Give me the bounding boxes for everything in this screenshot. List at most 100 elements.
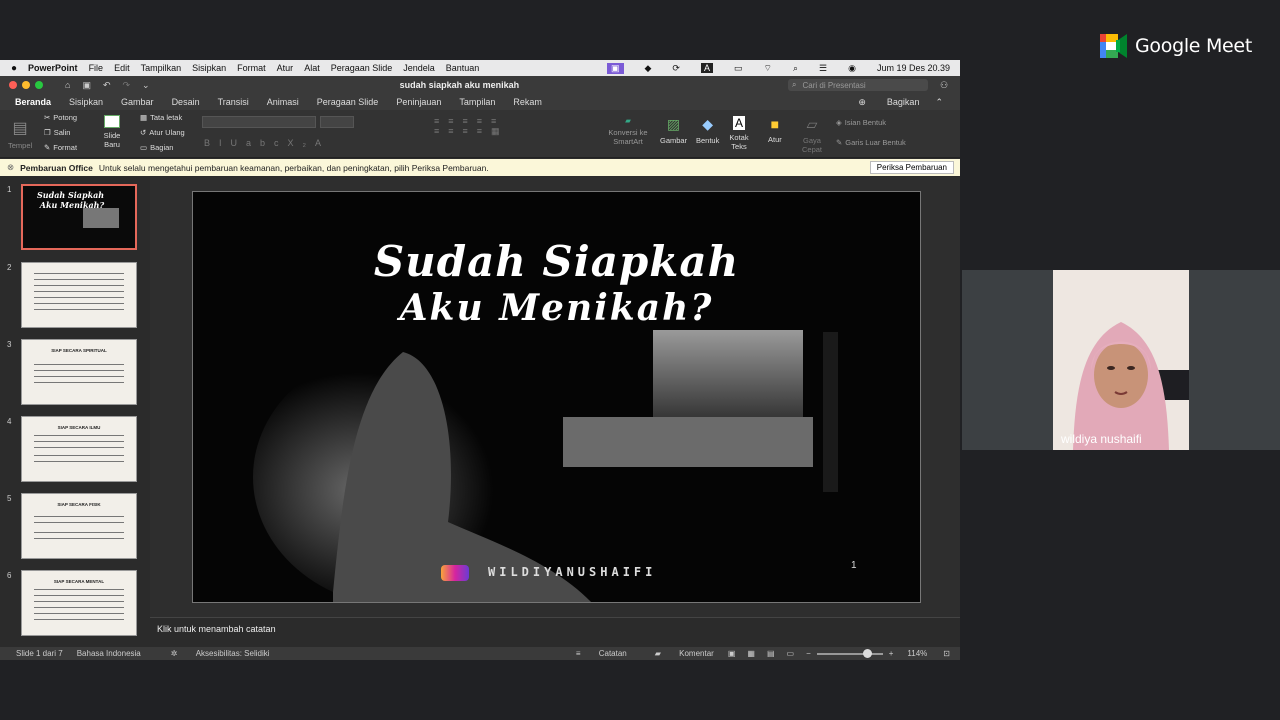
notes-icon: ≡ [575, 649, 581, 658]
font-name-select[interactable] [202, 116, 316, 128]
slideshow-view-icon[interactable]: ▭ [787, 649, 795, 658]
tab-record[interactable]: Rekam [513, 97, 542, 107]
layout-button[interactable]: ▦ Tata letak [140, 113, 182, 122]
tab-transitions[interactable]: Transisi [218, 97, 249, 107]
maximize-window-button[interactable] [35, 81, 43, 89]
tab-review[interactable]: Peninjauan [396, 97, 441, 107]
check-updates-button[interactable]: Periksa Pembaruan [869, 161, 954, 174]
tab-slideshow[interactable]: Peragaan Slide [317, 97, 379, 107]
slide-thumbnail[interactable]: SIAP SECARA MENTAL [21, 570, 137, 636]
meet-camera-icon [1100, 34, 1127, 58]
tab-draw[interactable]: Gambar [121, 97, 154, 107]
sorter-view-icon[interactable]: ▦ [747, 649, 755, 658]
new-slide-button[interactable]: Slide Baru [98, 115, 126, 149]
thumb-number: 6 [7, 571, 12, 580]
slide-instagram-handle[interactable]: WILDIYANUSHAIFI [488, 565, 656, 579]
menu-window[interactable]: Jendela [403, 63, 435, 73]
menu-edit[interactable]: Edit [114, 63, 130, 73]
language[interactable]: Bahasa Indonesia [77, 649, 141, 658]
apple-icon[interactable]: ● [11, 63, 17, 74]
normal-view-icon[interactable]: ▣ [728, 649, 736, 658]
arrange-button[interactable]: ■ Atur [768, 116, 782, 144]
menu-insert[interactable]: Sisipkan [192, 63, 226, 73]
share-button[interactable]: ⊕ Bagikan ⌃ [849, 97, 952, 108]
zoom-level[interactable]: 114% [907, 649, 927, 658]
notes-button[interactable]: ≡ Catatan [560, 649, 627, 658]
home-icon[interactable]: ⌂ [65, 80, 70, 90]
paste-button[interactable]: ▤ Tempel [8, 118, 32, 150]
font-format-group[interactable]: BIUabcX₂A [204, 138, 330, 148]
account-icon[interactable]: ⚇ [940, 80, 948, 91]
slide-thumbnail[interactable] [21, 262, 137, 328]
section-button[interactable]: ▭ Bagian [140, 143, 173, 152]
redo-icon[interactable]: ↷ [123, 80, 131, 91]
siri-icon[interactable]: ◉ [848, 63, 856, 74]
search-box[interactable]: ⌕ Cari di Presentasi [788, 79, 928, 91]
paragraph-group[interactable]: ≡≡≡≡≡ ≡≡≡≡▦ [434, 116, 509, 137]
shape-outline-button[interactable]: ✎ Garis Luar Bentuk [836, 138, 906, 147]
save-icon[interactable]: ▣ [82, 80, 91, 91]
menu-app-name[interactable]: PowerPoint [28, 63, 78, 73]
scissors-icon: ✂ [44, 113, 51, 122]
slide-thumbnail[interactable]: Sudah Siapkah Aku Menikah? [21, 184, 137, 250]
tab-animations[interactable]: Animasi [267, 97, 299, 107]
participant-name: wildiya nushaifi [1061, 432, 1142, 446]
fit-to-window-icon[interactable]: ⊡ [943, 649, 950, 658]
sync-icon[interactable]: ⟳ [672, 63, 680, 74]
screen-share-icon[interactable]: ▣ [606, 62, 624, 74]
menu-slideshow[interactable]: Peragaan Slide [331, 63, 393, 73]
participant-tile[interactable]: wildiya nushaifi [962, 270, 1280, 450]
quick-styles-button[interactable]: ▱ Gaya Cepat [800, 116, 824, 154]
cut-label: Potong [53, 113, 78, 122]
search-icon[interactable]: ⌕ [793, 63, 798, 74]
cut-button[interactable]: ✂ Potong [44, 113, 77, 122]
battery-icon[interactable]: ▭ [734, 63, 743, 74]
tab-design[interactable]: Desain [172, 97, 200, 107]
reset-button[interactable]: ↺ Atur Ulang [140, 128, 185, 137]
control-center-icon[interactable]: ☰ [819, 63, 827, 74]
menu-file[interactable]: File [89, 63, 104, 73]
zoom-in-icon[interactable]: + [889, 649, 894, 658]
format-painter-button[interactable]: ✎ Format [44, 143, 77, 152]
keyboard-input-icon[interactable]: A [700, 63, 713, 73]
speaker-notes[interactable]: Klik untuk menambah catatan [150, 617, 960, 647]
menu-clock[interactable]: Jum 19 Des 20.39 [877, 63, 950, 73]
wifi-icon[interactable]: ⌔ [764, 63, 772, 74]
textbox-button[interactable]: A Kotak Teks [729, 116, 749, 151]
slide-thumbnail[interactable]: SIAP SECARA ILMU [21, 416, 137, 482]
menu-help[interactable]: Bantuan [446, 63, 480, 73]
menu-view[interactable]: Tampilkan [141, 63, 182, 73]
slide-thumbnail[interactable]: SIAP SECARA SPIRITUAL [21, 339, 137, 405]
menu-arrange[interactable]: Atur [277, 63, 294, 73]
slide-title-line1[interactable]: Sudah Siapkah [193, 237, 920, 286]
font-size-select[interactable] [320, 116, 354, 128]
minimize-window-button[interactable] [22, 81, 30, 89]
dismiss-notice-icon[interactable]: ⊗ [7, 162, 14, 173]
customize-toolbar-icon[interactable]: ⌄ [142, 80, 150, 91]
shared-screen: ● PowerPoint File Edit Tampilkan Sisipka… [0, 60, 960, 660]
shapes-icon: ◆ [702, 116, 714, 132]
smartart-button[interactable]: ▰ Konversi ke SmartArt [606, 116, 650, 146]
menu-format[interactable]: Format [237, 63, 266, 73]
zoom-slider-handle[interactable] [862, 648, 872, 658]
copy-button[interactable]: ❐ Salin [44, 128, 70, 137]
shape-fill-button[interactable]: ◈ Isian Bentuk [836, 118, 886, 127]
picture-button[interactable]: ▨ Gambar [660, 116, 687, 145]
accessibility-button[interactable]: ✲ Aksesibilitas: Selidiki [155, 649, 270, 658]
shapes-button[interactable]: ◆ Bentuk [696, 116, 719, 145]
current-slide[interactable]: Sudah Siapkah Aku Menikah? WILDIYANUSHAI… [192, 191, 921, 603]
tab-insert[interactable]: Sisipkan [69, 97, 103, 107]
slide-thumbnail[interactable]: SIAP SECARA FISIK [21, 493, 137, 559]
zoom-out-icon[interactable]: − [806, 649, 811, 658]
comments-button[interactable]: ▰ Komentar [639, 649, 714, 658]
menu-tools[interactable]: Alat [304, 63, 320, 73]
bell-icon[interactable]: ◆ [645, 63, 652, 74]
tab-home[interactable]: Beranda [15, 97, 51, 107]
close-window-button[interactable] [9, 81, 17, 89]
undo-icon[interactable]: ↶ [103, 80, 111, 91]
reading-view-icon[interactable]: ▤ [767, 649, 775, 658]
ribbon-toolbar: ▤ Tempel ✂ Potong ❐ Salin ✎ Format Slide Ba… [0, 110, 960, 158]
zoom-slider[interactable] [816, 648, 883, 658]
tab-view[interactable]: Tampilan [459, 97, 495, 107]
slide-title-line2[interactable]: Aku Menikah? [193, 287, 920, 329]
